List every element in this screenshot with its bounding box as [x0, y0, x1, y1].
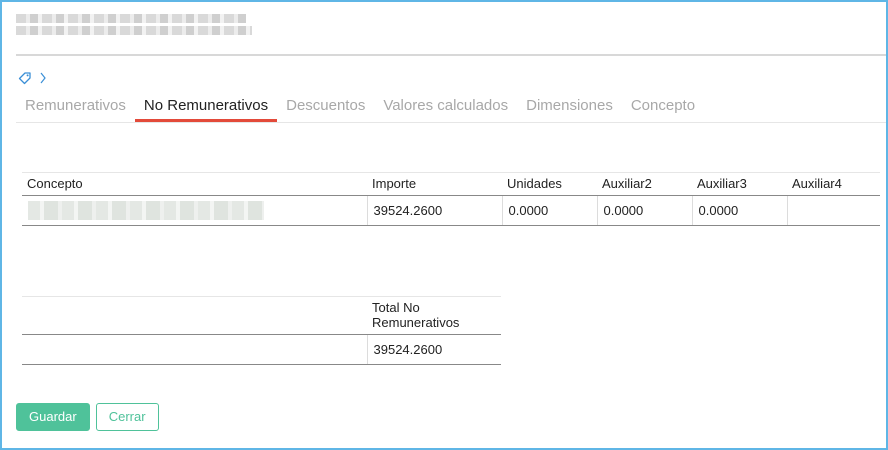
tab-bar: Remunerativos No Remunerativos Descuento… [16, 89, 886, 123]
column-header-auxiliar4: Auxiliar4 [787, 172, 880, 196]
tab-no-remunerativos[interactable]: No Remunerativos [134, 89, 278, 122]
tab-descuentos[interactable]: Descuentos [277, 89, 374, 122]
auxiliar4-cell [786, 195, 880, 226]
detail-table: Concepto Importe Unidades Auxiliar2 Auxi… [22, 172, 880, 226]
save-button[interactable]: Guardar [16, 403, 90, 431]
column-header-auxiliar2: Auxiliar2 [597, 172, 692, 196]
table-row[interactable]: 39524.2600 0.0000 0.0000 0.0000 [22, 195, 880, 226]
tab-dimensiones[interactable]: Dimensiones [517, 89, 622, 122]
table-header-row: Total No Remunerativos [22, 296, 501, 335]
tab-concepto[interactable]: Concepto [622, 89, 704, 122]
action-buttons: Guardar Cerrar [16, 403, 159, 431]
tab-remunerativos[interactable]: Remunerativos [16, 89, 135, 122]
concepto-cell [22, 195, 367, 226]
header-divider [16, 54, 886, 56]
column-header-importe: Importe [367, 172, 502, 196]
close-button[interactable]: Cerrar [95, 403, 159, 431]
unidades-cell: 0.0000 [501, 195, 597, 226]
total-value-cell: 39524.2600 [366, 334, 501, 365]
window-frame: Remunerativos No Remunerativos Descuento… [0, 0, 888, 450]
redacted-concepto [28, 201, 264, 220]
column-header-unidades: Unidades [502, 172, 597, 196]
breadcrumb [18, 71, 46, 85]
tab-valores-calculados[interactable]: Valores calculados [374, 89, 517, 122]
tag-icon[interactable] [18, 71, 32, 85]
table-header-row: Concepto Importe Unidades Auxiliar2 Auxi… [22, 172, 880, 196]
column-header-auxiliar3: Auxiliar3 [692, 172, 787, 196]
column-header-concepto: Concepto [22, 172, 367, 196]
chevron-right-icon [40, 72, 46, 84]
total-table: Total No Remunerativos 39524.2600 [22, 296, 501, 365]
table-row: 39524.2600 [22, 334, 501, 365]
column-header-total-no-remunerativos: Total No Remunerativos [367, 296, 501, 335]
auxiliar2-cell: 0.0000 [596, 195, 692, 226]
total-empty-header [22, 296, 367, 335]
importe-cell: 39524.2600 [366, 195, 502, 226]
total-empty-cell [22, 334, 367, 365]
auxiliar3-cell: 0.0000 [691, 195, 787, 226]
redacted-title [16, 14, 252, 38]
